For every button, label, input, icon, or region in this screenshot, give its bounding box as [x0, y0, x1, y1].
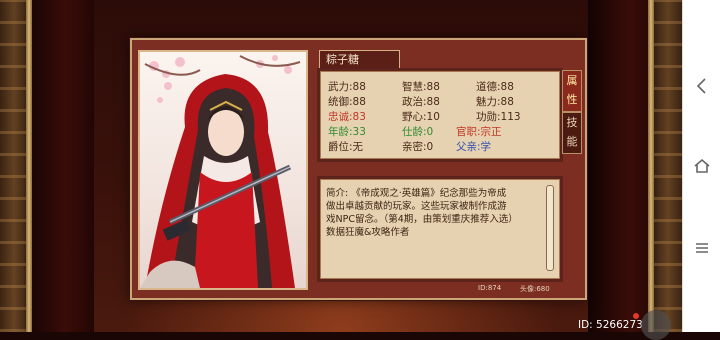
tab-attributes[interactable]: 属性	[562, 70, 582, 112]
left-curtain	[24, 0, 94, 332]
menu-icon[interactable]	[692, 238, 712, 258]
back-icon[interactable]	[692, 76, 712, 96]
character-portrait	[138, 50, 308, 290]
stat-yexin: 野心:10	[402, 111, 440, 123]
description-scrollbar[interactable]	[546, 185, 554, 271]
stat-juewei: 爵位:无	[328, 141, 364, 153]
stat-shiling: 仕龄:0	[402, 126, 434, 138]
stat-meili: 魅力:88	[476, 96, 514, 108]
stat-guanzhi: 官职:宗正	[456, 126, 502, 138]
attributes-box: 武力:88 智慧:88 道德:88 统御:88 政治:88 魅力:88 忠诚:8…	[317, 68, 563, 162]
stat-daode: 道德:88	[476, 81, 514, 93]
left-ornament	[0, 0, 28, 332]
description-box[interactable]: 简介: 《帝成观之·英雄篇》纪念那些为帝成做出卓越贡献的玩家。这些玩家被制作成游…	[317, 176, 563, 282]
stat-wuli: 武力:88	[328, 81, 366, 93]
stat-zhihui: 智慧:88	[402, 81, 440, 93]
floating-button[interactable]	[641, 310, 671, 340]
stat-nianling: 年龄:33	[328, 126, 366, 138]
home-icon[interactable]	[692, 156, 712, 176]
stat-qinmi: 亲密:0	[402, 141, 434, 153]
player-id: ID: 5266273	[578, 319, 643, 331]
character-name: 粽子糖	[319, 50, 400, 70]
system-navigation-bar	[682, 0, 720, 332]
right-ornament	[654, 0, 682, 332]
stat-fuqin[interactable]: 父亲:学	[456, 139, 491, 154]
character-info-panel: 粽子糖 武力:88 智慧:88 道德:88 统御:88 政治:88 魅力:88 …	[130, 38, 587, 300]
stat-zhengzhi: 政治:88	[402, 96, 440, 108]
portrait-illustration	[140, 55, 301, 288]
left-gold-rail	[26, 0, 32, 332]
stat-gongxun: 功勋:113	[476, 111, 521, 123]
character-id: ID:874	[478, 284, 502, 292]
notification-dot	[633, 313, 639, 319]
stat-zhongcheng: 忠诚:83	[328, 111, 366, 123]
stat-tongyu: 统御:88	[328, 96, 366, 108]
tab-skills-label: 技能	[566, 116, 578, 148]
description-text: 简介: 《帝成观之·英雄篇》纪念那些为帝成做出卓越贡献的玩家。这些玩家被制作成游…	[326, 188, 514, 238]
avatar-id: 头像:680	[520, 285, 550, 293]
tab-attributes-label: 属性	[566, 74, 578, 106]
tab-skills[interactable]: 技能	[562, 112, 582, 154]
